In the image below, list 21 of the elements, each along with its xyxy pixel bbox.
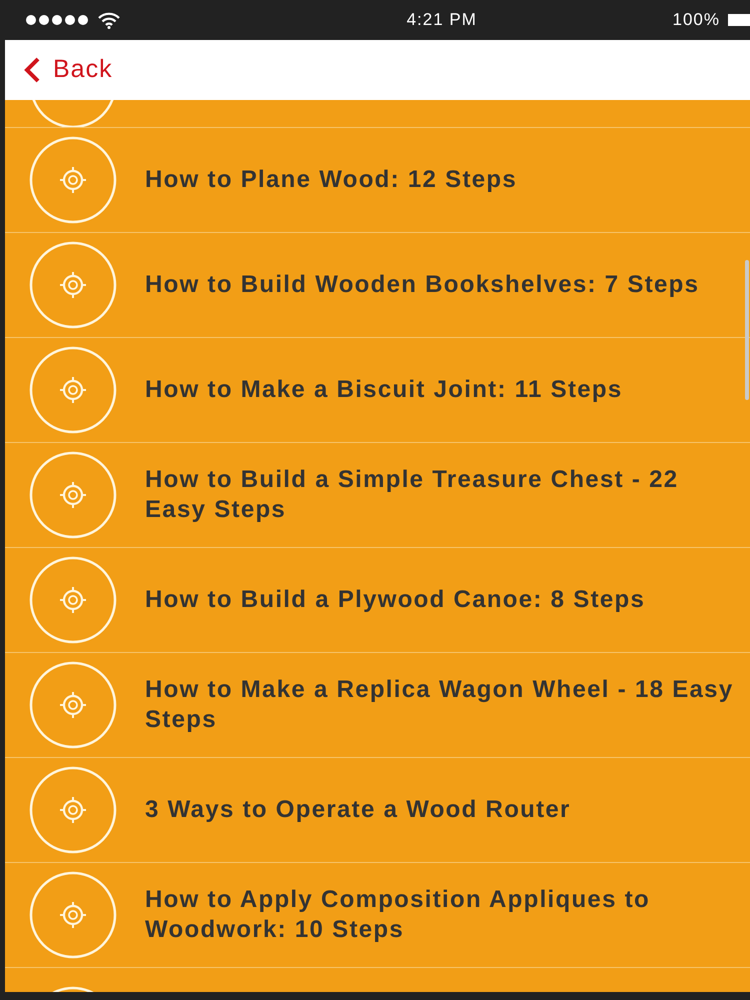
- target-icon: [29, 661, 117, 749]
- target-icon: [29, 871, 117, 959]
- target-icon: [29, 451, 117, 539]
- battery-icon: [728, 13, 750, 27]
- signal-icon: [25, 14, 89, 26]
- list-item[interactable]: How to Plane Wood: 12 Steps: [5, 128, 750, 233]
- target-icon: [29, 241, 117, 329]
- battery-percent: 100%: [672, 9, 720, 32]
- target-icon: [29, 766, 117, 854]
- back-button[interactable]: Back: [23, 51, 113, 89]
- list-item[interactable]: 3 Ways to Operate a Wood Router: [5, 758, 750, 863]
- list-item[interactable]: How to Build a Plywood Canoe: 8 Steps: [5, 548, 750, 653]
- list-item[interactable]: How to Make a Replica Wagon Wheel - 18 Easy Steps: [5, 653, 750, 758]
- chevron-left-icon: [23, 56, 41, 84]
- target-icon: [29, 346, 117, 434]
- list-item[interactable]: How to Build a Simple Treasure Chest - 22 Easy Steps: [5, 443, 750, 548]
- target-icon: [29, 556, 117, 644]
- target-icon: [29, 136, 117, 224]
- wifi-icon: [97, 12, 121, 28]
- list-item[interactable]: How to Apply Composition Appliques to Woodwork: 10 Steps: [5, 863, 750, 968]
- clock-time: 4:21 PM: [406, 9, 477, 32]
